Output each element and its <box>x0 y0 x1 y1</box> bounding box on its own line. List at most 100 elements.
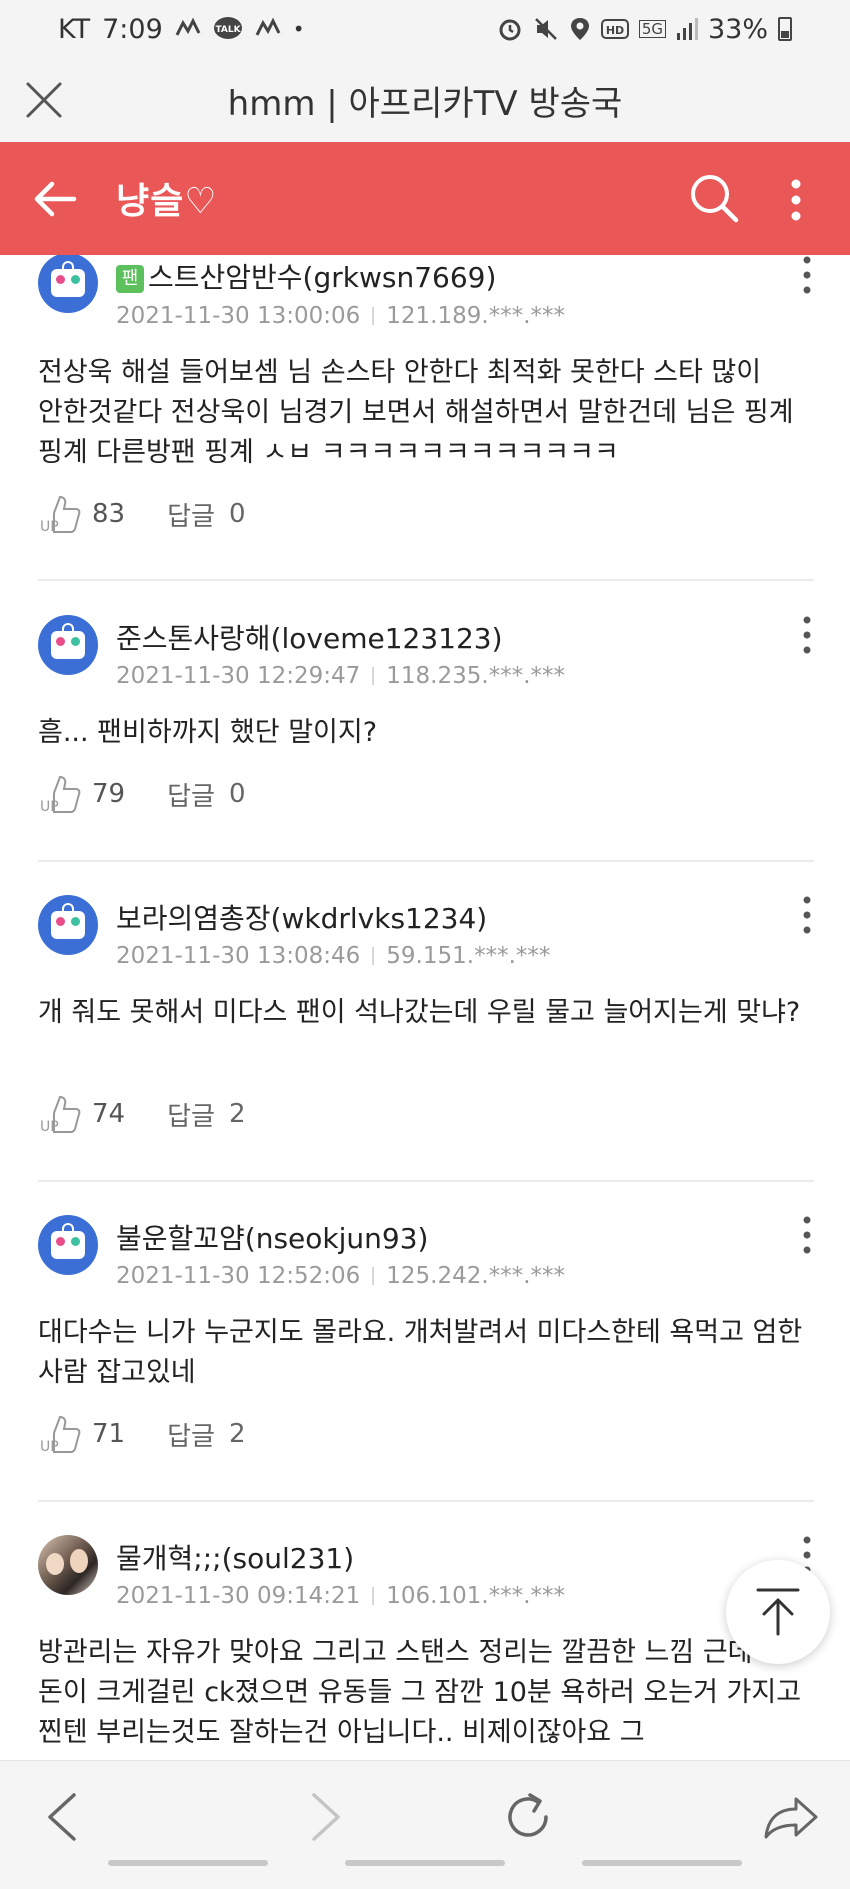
comment-author[interactable]: 준스톤사랑해(loveme123123) <box>116 617 503 657</box>
comment-actions: UP 71 답글 2 <box>38 1413 245 1455</box>
search-icon[interactable] <box>688 172 740 224</box>
reply-button[interactable]: 답글 <box>167 496 215 533</box>
share-icon[interactable] <box>760 1787 820 1847</box>
comment-date: 2021-11-30 13:00:06 <box>116 303 361 329</box>
comment-body: 흠... 팬비하까지 했단 말이지? <box>38 717 378 748</box>
comment-body: 전상욱 해설 들어보셈 님 손스타 안한다 최적화 못한다 스타 많이 안한것같… <box>38 357 794 468</box>
author-name: 불운할꼬얌(nseokjun93) <box>116 1222 429 1255</box>
avatar[interactable] <box>38 1215 98 1275</box>
avatar[interactable] <box>38 255 98 313</box>
back-icon[interactable] <box>34 1787 94 1847</box>
battery-icon <box>778 17 792 41</box>
reply-button[interactable]: 답글 <box>167 1416 215 1453</box>
browser-nav-bar <box>0 1760 850 1889</box>
comment-author[interactable]: 팬 스트산암반수(grkwsn7669) <box>116 256 496 296</box>
comment-actions: UP 74 답글 2 <box>38 1093 245 1135</box>
like-count: 83 <box>92 499 126 529</box>
thumbs-up-icon[interactable]: UP <box>38 1413 82 1455</box>
browser-title-bar: hmm | 아프리카TV 방송국 <box>0 58 850 142</box>
author-name: 물개혁;;;(soul231) <box>116 1542 355 1575</box>
comment-list: 팬 스트산암반수(grkwsn7669) 2021-11-30 13:00:06 1… <box>0 255 850 1760</box>
reply-count: 2 <box>228 1419 246 1449</box>
comment-body: 개 줘도 못해서 미다스 팬이 석나갔는데 우릴 물고 늘어지는게 맞냐? <box>38 997 801 1028</box>
reply-button[interactable]: 답글 <box>167 776 215 813</box>
comment-more-icon[interactable] <box>800 255 814 295</box>
thumbs-up-icon[interactable]: UP <box>38 773 82 815</box>
comment-actions: UP 83 답글 0 <box>38 493 245 535</box>
comment-body: 대다수는 니가 누군지도 몰라요. 개처발려서 미다스한테 욕먹고 엄한 사람 … <box>38 1317 803 1388</box>
page-title: hmm | 아프리카TV 방송국 <box>227 83 623 124</box>
divider <box>38 860 814 862</box>
arrow-up-icon <box>756 1588 800 1636</box>
close-icon[interactable] <box>22 78 66 122</box>
comment-actions: UP 79 답글 0 <box>38 773 245 815</box>
author-name: 준스톤사랑해(loveme123123) <box>116 622 503 655</box>
comment-meta: 2021-11-30 12:52:06 125.242.***.*** <box>116 1263 565 1289</box>
clock: 7:09 <box>102 13 163 45</box>
app-header: 냥슬♡ <box>0 142 850 255</box>
comment-meta: 2021-11-30 13:00:06 121.189.***.*** <box>116 303 565 329</box>
status-bar: KT 7:09 TALK • HD 5G 33% <box>0 0 850 58</box>
comment-more-icon[interactable] <box>800 895 814 935</box>
comment-author[interactable]: 불운할꼬얌(nseokjun93) <box>116 1217 428 1257</box>
comment-meta: 2021-11-30 13:08:46 59.151.***.*** <box>116 943 550 969</box>
like-count: 71 <box>92 1419 126 1449</box>
notification-icon <box>175 17 201 36</box>
svg-text:UP: UP <box>40 799 59 815</box>
header-title: 냥슬♡ <box>116 181 218 222</box>
forward-icon[interactable] <box>294 1787 354 1847</box>
comment-date: 2021-11-30 09:14:21 <box>116 1583 361 1609</box>
more-options-icon[interactable] <box>786 178 806 222</box>
status-right: HD 5G 33% <box>497 14 792 45</box>
reply-count: 2 <box>228 1099 246 1129</box>
alarm-icon <box>499 19 521 41</box>
network-5g-icon: 5G <box>638 20 666 38</box>
status-dot: • <box>292 17 305 41</box>
back-arrow-icon[interactable] <box>32 176 78 222</box>
comment-ip: 121.189.***.*** <box>386 303 566 329</box>
reply-count: 0 <box>228 779 246 809</box>
like-count: 79 <box>92 779 126 809</box>
mute-icon <box>534 18 557 40</box>
divider <box>38 1180 814 1182</box>
comment-ip: 125.242.***.*** <box>386 1263 566 1289</box>
refresh-icon[interactable] <box>498 1787 558 1847</box>
svg-text:UP: UP <box>40 1439 59 1455</box>
reply-button[interactable]: 답글 <box>167 1096 215 1133</box>
comment-more-icon[interactable] <box>800 1215 814 1255</box>
location-icon <box>570 18 589 40</box>
svg-text:UP: UP <box>40 1119 59 1135</box>
thumbs-up-icon[interactable]: UP <box>38 1093 82 1135</box>
divider <box>38 1500 814 1502</box>
svg-text:UP: UP <box>40 519 59 535</box>
comment-more-icon[interactable] <box>800 615 814 655</box>
hd-icon: HD <box>600 19 629 39</box>
comment-ip: 118.235.***.*** <box>386 663 566 689</box>
avatar[interactable] <box>38 895 98 955</box>
notification-icon <box>255 17 281 36</box>
scroll-to-top-button[interactable] <box>726 1560 830 1664</box>
signal-icon <box>676 18 698 40</box>
avatar[interactable] <box>38 1535 98 1595</box>
kakaotalk-icon: TALK <box>213 17 242 39</box>
comment-ip: 106.101.***.*** <box>386 1583 566 1609</box>
author-name: 스트산암반수(grkwsn7669) <box>148 261 497 294</box>
comment-date: 2021-11-30 13:08:46 <box>116 943 361 969</box>
gesture-handle <box>582 1860 742 1866</box>
gesture-handle <box>108 1860 268 1866</box>
comment-author[interactable]: 보라의염총장(wkdrlvks1234) <box>116 897 487 937</box>
comment-author[interactable]: 물개혁;;;(soul231) <box>116 1537 354 1577</box>
comment-body: 방관리는 자유가 맞아요 그리고 스탠스 정리는 깔끔한 느낌 근데 만 돈이 … <box>38 1637 802 1748</box>
reply-count: 0 <box>228 499 246 529</box>
comment-meta: 2021-11-30 12:29:47 118.235.***.*** <box>116 663 565 689</box>
gesture-handle <box>345 1860 505 1866</box>
fan-badge: 팬 <box>116 265 144 293</box>
comment-ip: 59.151.***.*** <box>386 943 551 969</box>
avatar[interactable] <box>38 615 98 675</box>
svg-text:HD: HD <box>606 24 624 37</box>
status-left: KT 7:09 TALK • <box>58 14 305 45</box>
divider <box>38 579 814 581</box>
battery-percent: 33% <box>707 13 768 45</box>
comment-meta: 2021-11-30 09:14:21 106.101.***.*** <box>116 1583 565 1609</box>
thumbs-up-icon[interactable]: UP <box>38 493 82 535</box>
